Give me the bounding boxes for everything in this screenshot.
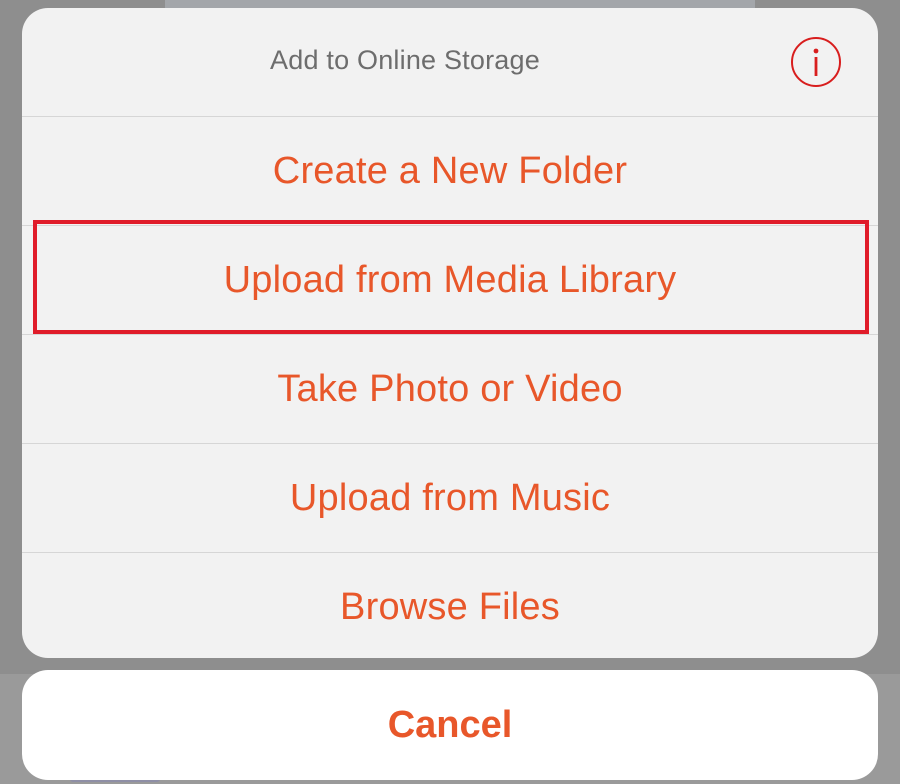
- take-photo-or-video-button[interactable]: Take Photo or Video: [22, 335, 878, 444]
- cancel-button[interactable]: Cancel: [22, 670, 878, 780]
- info-button[interactable]: [791, 37, 841, 87]
- action-sheet-header: Add to Online Storage: [22, 8, 878, 117]
- create-new-folder-button[interactable]: Create a New Folder: [22, 117, 878, 226]
- action-sheet-title: Add to Online Storage: [270, 45, 540, 75]
- upload-from-music-button[interactable]: Upload from Music: [22, 444, 878, 553]
- action-sheet: Add to Online Storage Create a New Folde…: [22, 8, 878, 658]
- upload-from-media-library-button[interactable]: Upload from Media Library: [22, 226, 878, 335]
- browse-files-button[interactable]: Browse Files: [22, 553, 878, 658]
- info-icon: [813, 48, 819, 76]
- background-app-header: [165, 0, 755, 8]
